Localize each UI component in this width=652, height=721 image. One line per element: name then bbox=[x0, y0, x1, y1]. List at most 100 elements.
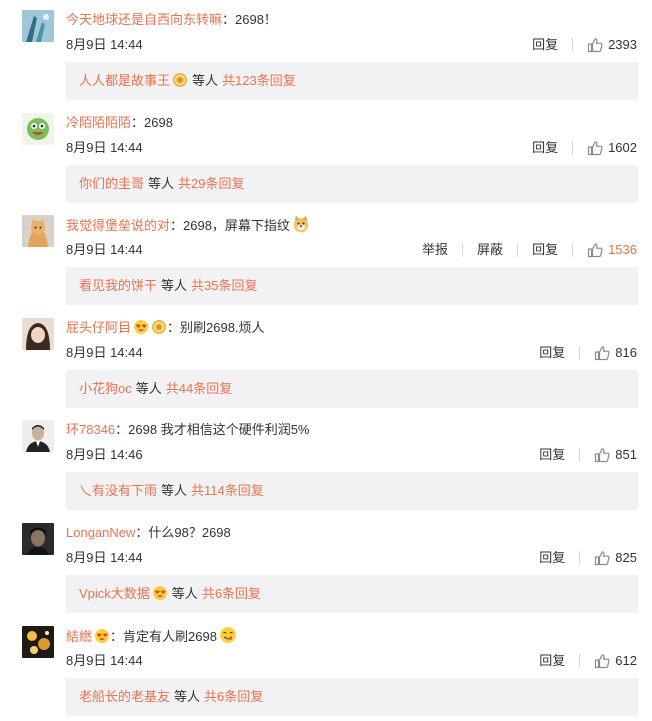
comment-time: 8月9日 14:44 bbox=[66, 344, 143, 360]
reply-total-link[interactable]: 共123条回复 bbox=[222, 73, 296, 88]
comment-actions: 回复 816 bbox=[539, 344, 637, 362]
username-link[interactable]: 結繎 bbox=[66, 629, 92, 644]
avatar[interactable] bbox=[22, 625, 54, 658]
comment-text: ：2698！ bbox=[222, 12, 277, 27]
divider bbox=[579, 653, 581, 668]
reply-username[interactable]: 老船长的老基友 bbox=[79, 689, 170, 704]
comment-header: LonganNew：什么98？2698 bbox=[66, 523, 231, 543]
night-photo-avatar bbox=[22, 625, 54, 658]
comment-time: 8月9日 14:44 bbox=[66, 242, 143, 258]
comment-item: 屁头仔阿目 ：别刷2698.烦人 8月9日 14:44 回复 816 小花狗oc 等… bbox=[0, 308, 652, 411]
reply-summary[interactable]: 乀有没有下雨 等人 共114条回复 bbox=[66, 472, 638, 511]
reply-username[interactable]: Vpick大数据 bbox=[79, 586, 150, 601]
comment-actions: 回复 825 bbox=[539, 549, 637, 567]
blue-sky-avatar bbox=[22, 10, 54, 42]
comment-text: ：2698，屏幕下指纹 bbox=[170, 218, 290, 234]
comment-item: 冷陌陌陌陌：2698 8月9日 14:44 回复 1602 你们的圭哥 等人 共29… bbox=[0, 103, 652, 206]
avatar[interactable] bbox=[22, 10, 54, 42]
reply-summary[interactable]: 看见我的饼干 等人 共35条回复 bbox=[66, 267, 638, 306]
comment-actions: 回复 612 bbox=[539, 652, 637, 670]
avatar[interactable] bbox=[22, 420, 54, 453]
divider bbox=[579, 448, 581, 463]
username-link[interactable]: LonganNew bbox=[66, 525, 135, 540]
divider bbox=[579, 345, 581, 360]
comment-actions: 回复 2393 bbox=[532, 36, 637, 54]
reply-username[interactable]: 小花狗oc bbox=[79, 381, 132, 396]
avatar[interactable] bbox=[22, 317, 54, 350]
reply-username[interactable]: 人人都是故事王 bbox=[79, 73, 170, 88]
reply-button[interactable]: 回复 bbox=[539, 652, 565, 670]
comment-time: 8月9日 14:44 bbox=[66, 652, 143, 668]
divider bbox=[579, 550, 581, 565]
reply-summary[interactable]: 你们的圭哥 等人 共29条回复 bbox=[66, 164, 638, 203]
comment-header: 我觉得堡垒说的对：2698，屏幕下指纹 bbox=[66, 215, 310, 235]
dark-portrait-avatar bbox=[22, 522, 54, 555]
like-button[interactable]: 816 bbox=[594, 344, 637, 362]
reply-username[interactable]: 乀有没有下雨 bbox=[79, 483, 157, 498]
reply-button[interactable]: 回复 bbox=[532, 139, 558, 157]
thumbs-up-icon bbox=[595, 345, 610, 360]
like-button[interactable]: 851 bbox=[594, 446, 637, 464]
thumbs-up-icon bbox=[587, 243, 603, 258]
reply-summary[interactable]: 老船长的老基友 等人 共6条回复 bbox=[66, 677, 638, 716]
reply-summary[interactable]: Vpick大数据 等人 共6条回复 bbox=[66, 574, 638, 613]
avatar[interactable] bbox=[22, 112, 54, 145]
like-button[interactable]: 825 bbox=[594, 549, 637, 567]
green-cartoon-avatar bbox=[22, 112, 54, 145]
divider bbox=[572, 140, 574, 155]
reply-button[interactable]: 回复 bbox=[532, 241, 558, 259]
thumbs-up-icon bbox=[595, 551, 610, 566]
reply-etc-label: 等人 bbox=[174, 688, 201, 704]
reply-etc-label: 等人 bbox=[148, 175, 175, 191]
thumbs-up-icon bbox=[595, 653, 610, 668]
avatar[interactable] bbox=[22, 522, 54, 555]
username-link[interactable]: 环78346 bbox=[66, 422, 115, 437]
username-link[interactable]: 冷陌陌陌陌 bbox=[66, 115, 131, 130]
cat-avatar bbox=[22, 215, 54, 248]
reply-button[interactable]: 回复 bbox=[539, 344, 565, 362]
reply-etc-label: 等人 bbox=[135, 380, 162, 396]
reply-total-link[interactable]: 共6条回复 bbox=[202, 586, 261, 601]
reply-total-link[interactable]: 共44条回复 bbox=[166, 381, 232, 396]
thumbs-up-icon bbox=[587, 140, 603, 155]
reply-etc-label: 等人 bbox=[161, 278, 188, 294]
like-button[interactable]: 1602 bbox=[587, 139, 637, 157]
thumbs-up-icon bbox=[595, 448, 610, 463]
girl-photo-avatar bbox=[22, 317, 54, 350]
reply-button[interactable]: 回复 bbox=[539, 549, 565, 567]
username-link[interactable]: 屁头仔阿目 bbox=[66, 320, 131, 335]
username-link[interactable]: 我觉得堡垒说的对 bbox=[66, 218, 170, 233]
report-button[interactable]: 举报 bbox=[422, 241, 448, 259]
reply-total-link[interactable]: 共114条回复 bbox=[191, 483, 264, 498]
like-count: 612 bbox=[615, 652, 637, 668]
reply-summary[interactable]: 人人都是故事王 等人 共123条回复 bbox=[66, 62, 638, 100]
like-button[interactable]: 2393 bbox=[587, 36, 637, 54]
like-button[interactable]: 612 bbox=[594, 652, 637, 670]
reply-badge-slot bbox=[150, 585, 168, 601]
reply-button[interactable]: 回复 bbox=[539, 446, 565, 464]
comment-header: 冷陌陌陌陌：2698 bbox=[66, 113, 173, 133]
like-button[interactable]: 1536 bbox=[587, 241, 637, 259]
heart-eyes-emoji bbox=[152, 585, 167, 600]
comment-actions: 举报 屏蔽 回复 1536 bbox=[422, 241, 637, 259]
like-count: 1536 bbox=[608, 242, 637, 258]
username-link[interactable]: 今天地球还是自西向东转嘛 bbox=[66, 12, 222, 27]
reply-total-link[interactable]: 共35条回复 bbox=[191, 278, 257, 293]
man-portrait-avatar bbox=[22, 420, 54, 453]
reply-etc-label: 等人 bbox=[192, 73, 219, 88]
reply-summary[interactable]: 小花狗oc 等人 共44条回复 bbox=[66, 369, 638, 408]
comment-time: 8月9日 14:44 bbox=[66, 139, 143, 155]
comment-item: LonganNew：什么98？2698 8月9日 14:44 回复 825 Vp… bbox=[0, 513, 652, 616]
comment-header: 环78346：2698 我才相信这个硬件利润5% bbox=[66, 420, 309, 440]
reply-button[interactable]: 回复 bbox=[532, 36, 558, 54]
comment-time: 8月9日 14:46 bbox=[66, 447, 143, 463]
reply-username[interactable]: 看见我的饼干 bbox=[79, 278, 157, 293]
comment-header: 結繎 ：肯定有人刷2698 bbox=[66, 626, 237, 646]
reply-total-link[interactable]: 共6条回复 bbox=[204, 689, 263, 704]
reply-username[interactable]: 你们的圭哥 bbox=[79, 176, 144, 191]
block-button[interactable]: 屏蔽 bbox=[477, 241, 503, 259]
comment-item: 我觉得堡垒说的对：2698，屏幕下指纹 8月9日 14:44 举报 屏蔽 回复 1… bbox=[0, 205, 652, 308]
text-emoji-slot bbox=[290, 215, 310, 233]
avatar[interactable] bbox=[22, 215, 54, 248]
reply-total-link[interactable]: 共29条回复 bbox=[178, 176, 244, 191]
